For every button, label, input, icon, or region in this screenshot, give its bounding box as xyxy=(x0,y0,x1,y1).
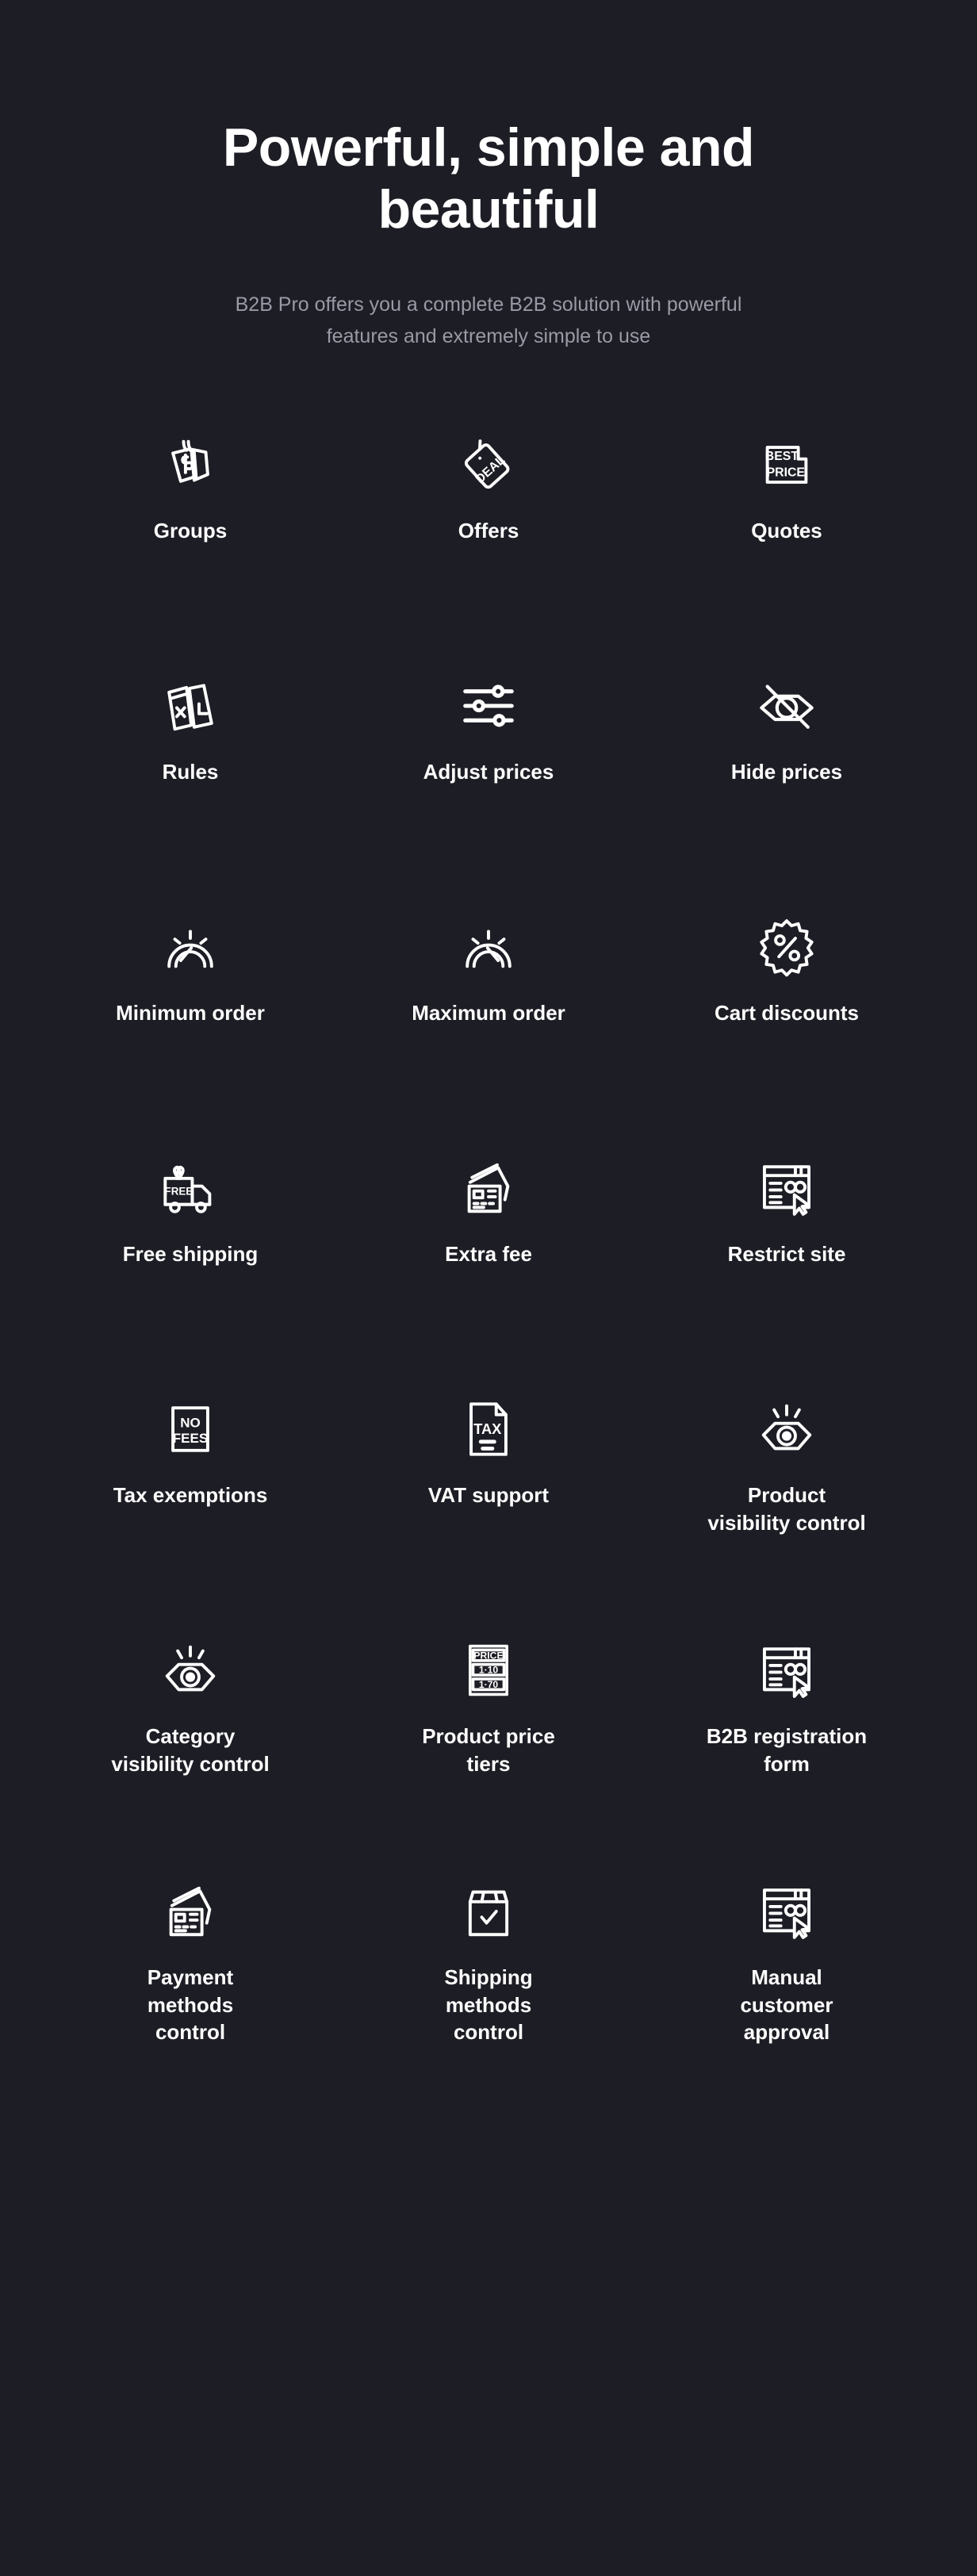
free-delivery-truck-icon: FREE xyxy=(159,1147,221,1229)
tier-2-icon-text: 1·70 xyxy=(479,1679,499,1690)
feature-label: Offers xyxy=(458,519,519,543)
feature-item-restrict-site[interactable]: Restrict site xyxy=(638,1147,936,1388)
tax-document-icon: TAX xyxy=(458,1388,519,1470)
feature-label: Maximum order xyxy=(412,1001,565,1025)
best-icon-text: BEST xyxy=(765,450,799,463)
feature-item-vat-support[interactable]: TAX VAT support xyxy=(339,1388,638,1629)
feature-label: Manual customer approval xyxy=(740,1965,833,2045)
percent-starburst-icon xyxy=(756,906,818,988)
feature-item-offers[interactable]: DEAL Offers xyxy=(339,424,638,665)
feature-item-cart-discounts[interactable]: Cart discounts xyxy=(638,906,936,1147)
hero-section: Powerful, simple and beautiful B2B Pro o… xyxy=(0,0,977,352)
feature-grid: Groups DEAL Offers BEST PRICE Quotes Rul… xyxy=(0,424,977,2230)
feature-label: Shipping methods control xyxy=(444,1965,533,2045)
no-icon-text: NO xyxy=(180,1416,201,1431)
free-icon-text: FREE xyxy=(165,1186,193,1198)
credit-cards-icon xyxy=(159,1870,221,1953)
eye-rays-icon xyxy=(756,1388,818,1470)
deal-tag-icon: DEAL xyxy=(458,424,519,506)
page-subtitle: B2B Pro offers you a complete B2B soluti… xyxy=(235,293,742,347)
gauge-max-icon xyxy=(458,906,519,988)
feature-label: Payment methods control xyxy=(147,1965,234,2045)
credit-cards-icon xyxy=(458,1147,519,1229)
tier-1-icon-text: 1·10 xyxy=(479,1665,499,1676)
feature-item-tax-exemptions[interactable]: NO FEES Tax exemptions xyxy=(41,1388,339,1629)
feature-item-minimum-order[interactable]: Minimum order xyxy=(41,906,339,1147)
feature-label: B2B registration form xyxy=(706,1724,868,1776)
browser-cursor-icon xyxy=(756,1629,818,1712)
sliders-icon xyxy=(458,665,519,747)
feature-item-hide-prices[interactable]: Hide prices xyxy=(638,665,936,906)
price-tiers-board-icon: PRICE 1·10 1·70 xyxy=(458,1629,519,1712)
price-tags-dollar-icon xyxy=(159,424,221,506)
feature-item-extra-fee[interactable]: Extra fee xyxy=(339,1147,638,1388)
feature-item-product-price-tiers[interactable]: PRICE 1·10 1·70 Product price tiers xyxy=(339,1629,638,1870)
page-title: Powerful, simple and beautiful xyxy=(222,117,755,240)
feature-item-quotes[interactable]: BEST PRICE Quotes xyxy=(638,424,936,665)
feature-label: Extra fee xyxy=(445,1242,532,1267)
feature-label: Product price tiers xyxy=(422,1724,555,1776)
feature-item-category-visibility-control[interactable]: Category visibility control xyxy=(41,1629,339,1870)
tier-price-icon-text: PRICE xyxy=(473,1650,503,1661)
feature-label: Minimum order xyxy=(116,1001,265,1025)
tax-icon-text: TAX xyxy=(473,1420,502,1437)
landing-page: Powerful, simple and beautiful B2B Pro o… xyxy=(0,0,977,2576)
feature-item-groups[interactable]: Groups xyxy=(41,424,339,665)
feature-label: Product visibility control xyxy=(707,1483,866,1535)
feature-item-b2b-registration-form[interactable]: B2B registration form xyxy=(638,1629,936,1870)
feature-label: Quotes xyxy=(751,519,822,543)
feature-label: Rules xyxy=(162,760,219,784)
feature-label: Adjust prices xyxy=(423,760,554,784)
feature-label: Hide prices xyxy=(730,760,843,784)
feature-item-product-visibility-control[interactable]: Product visibility control xyxy=(638,1388,936,1629)
feature-label: Cart discounts xyxy=(714,1001,860,1025)
gauge-min-icon xyxy=(159,906,221,988)
fees-icon-text: FEES xyxy=(173,1431,209,1446)
no-fees-badge-icon: NO FEES xyxy=(159,1388,221,1470)
feature-label: Tax exemptions xyxy=(113,1483,268,1508)
feature-item-maximum-order[interactable]: Maximum order xyxy=(339,906,638,1147)
feature-label: Free shipping xyxy=(122,1242,259,1267)
feature-label: Groups xyxy=(153,519,228,543)
best-price-badge-icon: BEST PRICE xyxy=(756,424,818,506)
feature-item-adjust-prices[interactable]: Adjust prices xyxy=(339,665,638,906)
browser-cursor-icon xyxy=(756,1870,818,1953)
eye-rays-icon xyxy=(159,1629,221,1712)
feature-item-manual-customer-approval[interactable]: Manual customer approval xyxy=(638,1870,936,2111)
eye-off-icon xyxy=(756,665,818,747)
feature-item-rules[interactable]: Rules xyxy=(41,665,339,906)
feature-label: Category visibility control xyxy=(111,1724,270,1776)
browser-cursor-icon xyxy=(756,1147,818,1229)
price-icon-text: PRICE xyxy=(767,466,805,480)
feature-label: VAT support xyxy=(427,1483,550,1508)
feature-item-payment-methods-control[interactable]: Payment methods control xyxy=(41,1870,339,2111)
feature-item-free-shipping[interactable]: FREE Free shipping xyxy=(41,1147,339,1388)
rule-cards-check-cross-icon xyxy=(159,665,221,747)
feature-item-shipping-methods-control[interactable]: Shipping methods control xyxy=(339,1870,638,2111)
box-check-icon xyxy=(458,1870,519,1953)
feature-label: Restrict site xyxy=(727,1242,846,1267)
